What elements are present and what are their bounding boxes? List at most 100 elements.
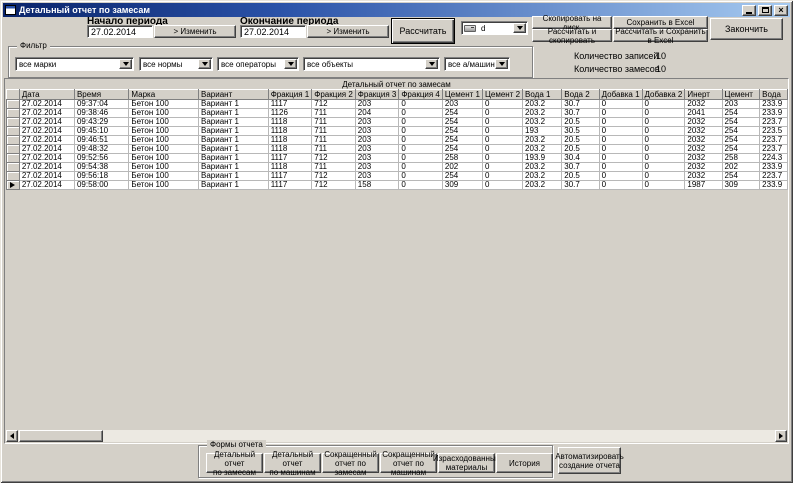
- table-cell[interactable]: 254: [442, 145, 482, 154]
- table-cell[interactable]: 27.02.2014: [19, 145, 74, 154]
- table-cell[interactable]: Бетон 100: [129, 181, 199, 190]
- table-cell[interactable]: 1118: [268, 136, 312, 145]
- table-cell[interactable]: 1117: [268, 100, 312, 109]
- table-cell[interactable]: 1118: [268, 127, 312, 136]
- table-cell[interactable]: 1118: [268, 145, 312, 154]
- table-cell[interactable]: 711: [312, 109, 356, 118]
- close-button[interactable]: ×: [774, 5, 788, 16]
- table-cell[interactable]: 254: [442, 109, 482, 118]
- table-cell[interactable]: 203: [355, 127, 399, 136]
- table-cell[interactable]: 27.02.2014: [19, 100, 74, 109]
- report-button-detail-trucks[interactable]: Детальный отчет по машинам: [264, 453, 321, 473]
- calc-and-save-excel-button[interactable]: Рассчитать и Сохранить в Excel: [613, 29, 708, 42]
- table-cell[interactable]: 0: [642, 172, 685, 181]
- table-cell[interactable]: 30.5: [562, 127, 599, 136]
- table-cell[interactable]: 27.02.2014: [19, 172, 74, 181]
- table-cell[interactable]: 711: [312, 127, 356, 136]
- report-button-short-trucks[interactable]: Сокращенный отчет по машинам: [380, 453, 437, 473]
- table-cell[interactable]: 1117: [268, 154, 312, 163]
- row-selector[interactable]: [7, 172, 20, 181]
- table-cell[interactable]: 203: [355, 118, 399, 127]
- table-cell[interactable]: Вариант 1: [199, 127, 269, 136]
- table-cell[interactable]: Бетон 100: [129, 163, 199, 172]
- table-cell[interactable]: 712: [312, 100, 356, 109]
- table-cell[interactable]: 202: [442, 163, 482, 172]
- table-cell[interactable]: 309: [722, 181, 760, 190]
- table-cell[interactable]: 0: [599, 109, 642, 118]
- table-cell[interactable]: 20.5: [562, 136, 599, 145]
- table-cell[interactable]: 193.9: [523, 154, 562, 163]
- drive-combobox[interactable]: d: [461, 21, 528, 35]
- calculate-button[interactable]: Рассчитать: [391, 18, 455, 44]
- table-cell[interactable]: 254: [442, 136, 482, 145]
- table-cell[interactable]: 0: [399, 163, 443, 172]
- table-cell[interactable]: 0: [642, 118, 685, 127]
- table-cell[interactable]: Бетон 100: [129, 145, 199, 154]
- scroll-right-button[interactable]: [775, 430, 787, 442]
- row-selector[interactable]: [7, 127, 20, 136]
- table-cell[interactable]: 233.9: [760, 181, 788, 190]
- table-cell[interactable]: 309: [442, 181, 482, 190]
- table-cell[interactable]: 27.02.2014: [19, 118, 74, 127]
- table-cell[interactable]: 27.02.2014: [19, 127, 74, 136]
- table-cell[interactable]: 2032: [685, 172, 722, 181]
- table-cell[interactable]: 09:54:38: [74, 163, 128, 172]
- table-cell[interactable]: 0: [482, 127, 522, 136]
- table-cell[interactable]: 09:52:56: [74, 154, 128, 163]
- table-cell[interactable]: 0: [399, 118, 443, 127]
- row-selector[interactable]: [7, 100, 20, 109]
- row-selector[interactable]: [7, 145, 20, 154]
- table-cell[interactable]: 203: [355, 145, 399, 154]
- table-cell[interactable]: 711: [312, 163, 356, 172]
- table-cell[interactable]: 30.7: [562, 109, 599, 118]
- table-cell[interactable]: 203: [355, 172, 399, 181]
- table-cell[interactable]: 27.02.2014: [19, 154, 74, 163]
- table-cell[interactable]: 204: [355, 109, 399, 118]
- table-cell[interactable]: 258: [442, 154, 482, 163]
- chevron-down-icon[interactable]: [198, 59, 211, 69]
- table-cell[interactable]: 0: [399, 100, 443, 109]
- calc-and-copy-button[interactable]: Рассчитать и скопировать: [532, 29, 612, 42]
- table-cell[interactable]: 0: [599, 118, 642, 127]
- table-cell[interactable]: 27.02.2014: [19, 181, 74, 190]
- table-cell[interactable]: 254: [442, 127, 482, 136]
- table-cell[interactable]: 0: [642, 163, 685, 172]
- table-cell[interactable]: 30.7: [562, 163, 599, 172]
- table-cell[interactable]: 1118: [268, 118, 312, 127]
- table-cell[interactable]: 0: [599, 181, 642, 190]
- table-cell[interactable]: 254: [722, 127, 760, 136]
- row-selector[interactable]: [7, 109, 20, 118]
- table-cell[interactable]: 0: [399, 145, 443, 154]
- table-cell[interactable]: 0: [482, 109, 522, 118]
- filter-combo-objects[interactable]: все объекты: [303, 57, 440, 71]
- table-cell[interactable]: 30.7: [562, 181, 599, 190]
- table-cell[interactable]: Вариант 1: [199, 145, 269, 154]
- table-cell[interactable]: 0: [482, 145, 522, 154]
- table-cell[interactable]: 0: [642, 109, 685, 118]
- table-cell[interactable]: 0: [599, 127, 642, 136]
- table-cell[interactable]: 1118: [268, 163, 312, 172]
- row-selector[interactable]: [7, 136, 20, 145]
- table-cell[interactable]: Бетон 100: [129, 118, 199, 127]
- table-cell[interactable]: 203: [355, 136, 399, 145]
- table-cell[interactable]: 254: [722, 145, 760, 154]
- table-cell[interactable]: 712: [312, 172, 356, 181]
- table-cell[interactable]: 09:48:32: [74, 145, 128, 154]
- table-cell[interactable]: 0: [399, 109, 443, 118]
- table-cell[interactable]: 711: [312, 118, 356, 127]
- chevron-down-icon[interactable]: [119, 59, 132, 69]
- report-button-detail-batches[interactable]: Детальный отчет по замесам: [206, 453, 263, 473]
- chevron-down-icon[interactable]: [495, 59, 508, 69]
- table-cell[interactable]: 258: [722, 154, 760, 163]
- table-cell[interactable]: 0: [642, 145, 685, 154]
- table-cell[interactable]: 203.2: [523, 181, 562, 190]
- row-selector[interactable]: [7, 154, 20, 163]
- table-cell[interactable]: 09:56:18: [74, 172, 128, 181]
- table-cell[interactable]: 0: [399, 154, 443, 163]
- table-cell[interactable]: Вариант 1: [199, 109, 269, 118]
- table-cell[interactable]: 0: [642, 127, 685, 136]
- table-cell[interactable]: 0: [482, 136, 522, 145]
- table-cell[interactable]: 30.7: [562, 100, 599, 109]
- table-cell[interactable]: 20.5: [562, 118, 599, 127]
- table-cell[interactable]: 1987: [685, 181, 722, 190]
